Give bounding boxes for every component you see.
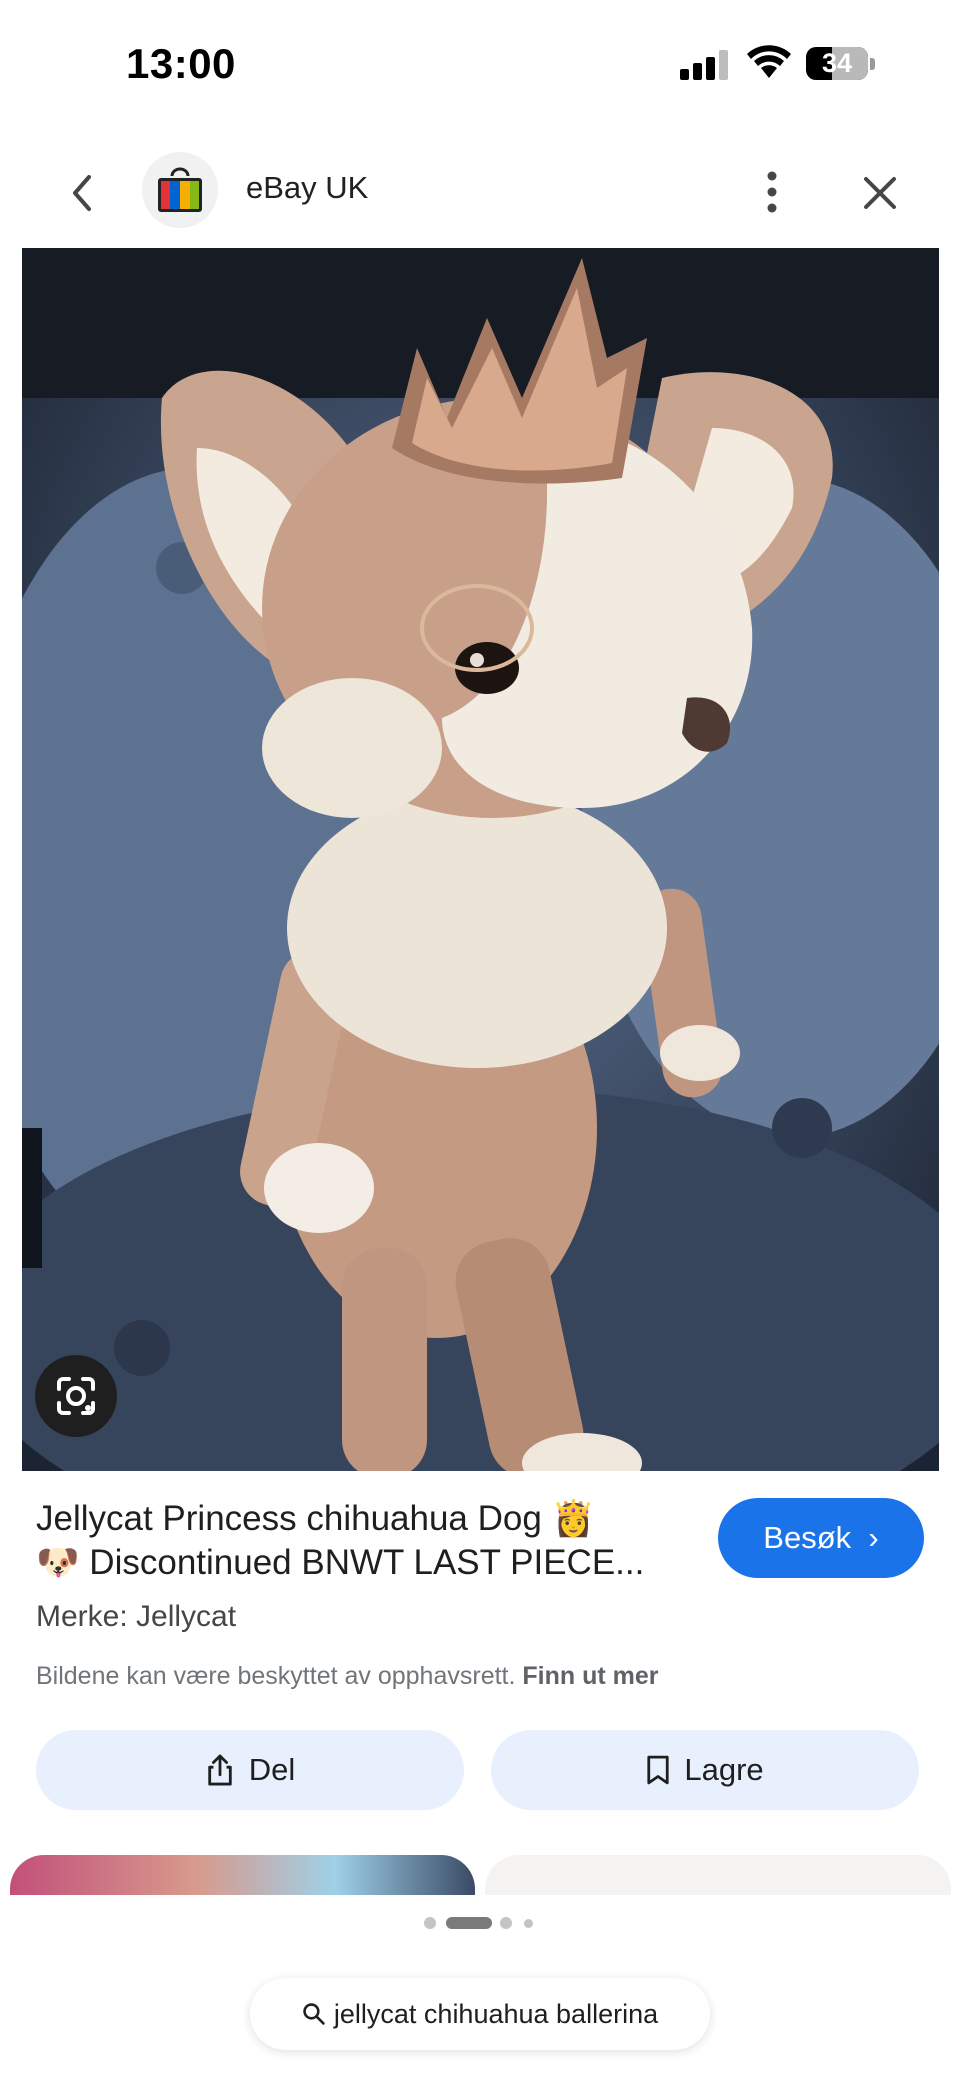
save-label: Lagre xyxy=(684,1752,764,1787)
close-icon[interactable] xyxy=(852,165,908,221)
visit-button[interactable]: Besøk › xyxy=(718,1498,924,1578)
product-title-line-1: Jellycat Princess chihuahua Dog 👸 xyxy=(36,1499,596,1538)
site-name: eBay UK xyxy=(246,170,369,205)
copyright-text: Bildene kan være beskyttet av opphavsret… xyxy=(36,1662,516,1690)
battery-cap xyxy=(870,58,875,70)
cellular-signal-icon xyxy=(680,50,732,80)
pager-dot xyxy=(424,1917,436,1929)
browser-header: eBay UK xyxy=(0,140,960,248)
visit-button-label: Besøk xyxy=(763,1520,852,1555)
copyright-notice: Bildene kan være beskyttet av opphavsret… xyxy=(36,1662,659,1691)
battery-level: 34 xyxy=(821,48,853,78)
save-button[interactable]: Lagre xyxy=(491,1730,919,1810)
bookmark-icon xyxy=(647,1755,669,1785)
search-query-text: jellycat chihuahua ballerina xyxy=(333,1998,659,2029)
status-time: 13:00 xyxy=(126,40,236,87)
related-result-thumbnail[interactable] xyxy=(485,1855,951,1895)
plush-dog-photo xyxy=(22,248,939,1471)
chevron-right-icon: › xyxy=(859,1520,879,1555)
pager-dots xyxy=(0,1915,960,1929)
status-bar: 13:00 34 xyxy=(0,0,960,130)
back-arrow-icon[interactable] xyxy=(55,165,111,221)
battery-icon: 34 xyxy=(806,47,868,80)
wifi-icon xyxy=(747,45,791,78)
search-query-pill[interactable]: jellycat chihuahua ballerina xyxy=(250,1978,710,2050)
share-label: Del xyxy=(248,1752,296,1787)
search-icon xyxy=(303,2003,325,2025)
related-result-thumbnail[interactable] xyxy=(10,1855,475,1895)
lens-search-button[interactable] xyxy=(35,1355,117,1437)
ebay-logo xyxy=(142,152,218,228)
pager-dot xyxy=(500,1917,512,1929)
shopping-bag-icon xyxy=(158,167,202,212)
brand-label: Merke: Jellycat xyxy=(36,1600,237,1633)
share-button[interactable]: Del xyxy=(36,1730,464,1810)
product-title-line-2: 🐶 Discontinued BNWT LAST PIECE... xyxy=(36,1543,645,1582)
google-lens-icon xyxy=(57,1377,95,1415)
pager-dot xyxy=(524,1919,533,1928)
product-image[interactable] xyxy=(22,248,939,1471)
product-title[interactable]: Jellycat Princess chihuahua Dog 👸 🐶 Disc… xyxy=(36,1497,676,1585)
share-icon xyxy=(208,1754,232,1786)
learn-more-link[interactable]: Finn ut mer xyxy=(522,1662,658,1690)
more-options-icon[interactable] xyxy=(748,162,796,222)
pager-dot-active xyxy=(446,1917,492,1929)
